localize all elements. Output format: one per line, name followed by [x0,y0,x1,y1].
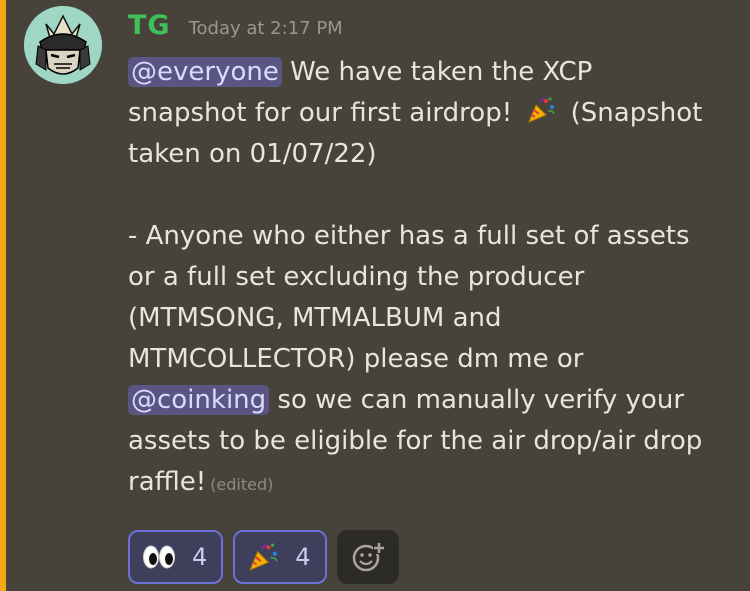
message-text: so we can manually verify your [269,385,685,415]
mention-user[interactable]: @coinking [128,385,270,415]
message-content: @everyone We have taken the XCP snapshot… [128,52,728,503]
reaction-count: 4 [295,543,311,571]
party-popper-icon [528,97,556,123]
message-header: TG Today at 2:17 PM [128,10,343,50]
message-line: @coinking so we can manually verify your [128,380,728,421]
avatar[interactable] [24,6,102,84]
reaction-count: 4 [192,543,208,571]
message-text: raffle! [128,467,207,497]
message-text: (Snapshot [570,98,703,128]
message-line: assets to be eligible for the air drop/a… [128,426,703,456]
reaction-party-popper[interactable]: 4 [233,530,327,584]
timestamp[interactable]: Today at 2:17 PM [189,18,343,39]
message-line: MTMCOLLECTOR) please dm me or [128,344,584,374]
message-text: We have taken the XCP [281,57,593,87]
edited-label: (edited) [210,475,274,494]
message-text: snapshot for our first airdrop! [128,98,513,128]
reaction-eyes[interactable]: 4 [128,530,224,584]
eyes-icon [143,545,175,569]
message-line: or a full set excluding the producer [128,262,585,292]
add-emoji-icon [352,542,385,572]
message-line: @everyone We have taken the XCP [128,52,728,93]
message-line: - Anyone who either has a full set of as… [128,221,690,251]
message-line: (MTMSONG, MTMALBUM and [128,303,502,333]
samurai-avatar-icon [24,6,102,84]
party-popper-icon [249,543,278,571]
message-line: raffle! (edited) [128,462,728,503]
message-line: snapshot for our first airdrop! (Snapsho… [128,93,728,134]
highlight-accent-bar [0,0,6,591]
reactions-bar: 4 4 [128,530,399,584]
author-name[interactable]: TG [128,10,171,41]
mention-everyone[interactable]: @everyone [128,57,282,87]
add-reaction-button[interactable] [336,530,399,584]
message-line: taken on 01/07/22) [128,139,377,169]
